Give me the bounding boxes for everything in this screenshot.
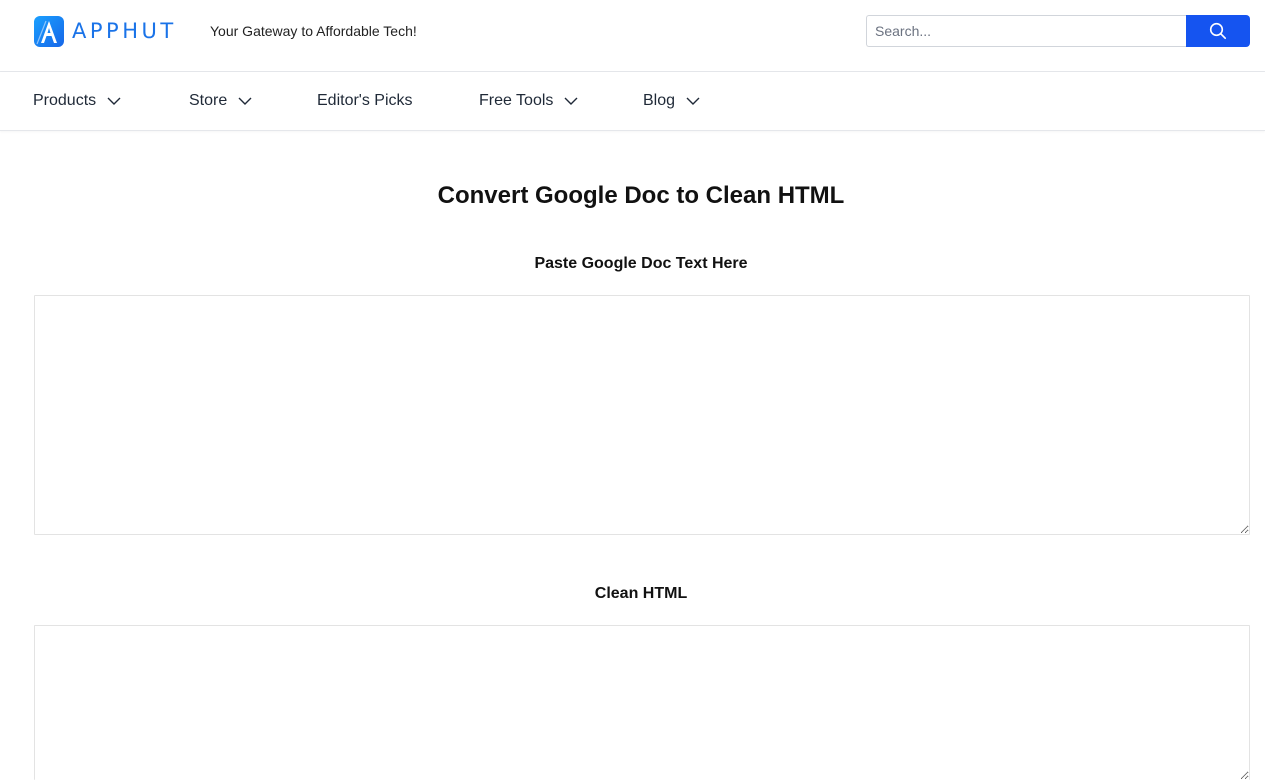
- main-nav: Products Store Editor's Picks Free Tools…: [0, 72, 1265, 131]
- chevron-down-icon: [238, 97, 252, 105]
- nav-item-blog[interactable]: Blog: [643, 72, 700, 130]
- nav-item-label: Store: [189, 92, 228, 109]
- page-title: Convert Google Doc to Clean HTML: [437, 182, 845, 209]
- nav-item-free-tools[interactable]: Free Tools: [479, 72, 578, 130]
- logo-icon: [34, 15, 64, 47]
- site-tagline: Your Gateway to Affordable Tech!: [210, 23, 417, 39]
- chevron-down-icon: [564, 97, 578, 105]
- nav-item-products[interactable]: Products: [33, 72, 121, 130]
- search-icon: [1209, 22, 1227, 40]
- search-form: [866, 15, 1250, 47]
- search-input[interactable]: [866, 15, 1187, 47]
- nav-item-editors-picks[interactable]: Editor's Picks: [317, 72, 413, 130]
- google-doc-input[interactable]: [34, 295, 1250, 535]
- chevron-down-icon: [107, 97, 121, 105]
- nav-item-label: Blog: [643, 92, 676, 109]
- nav-item-label: Editor's Picks: [317, 92, 413, 109]
- site-header: APPHUT Your Gateway to Affordable Tech!: [0, 0, 1265, 72]
- input-label: Paste Google Doc Text Here: [534, 255, 748, 272]
- search-button[interactable]: [1186, 15, 1250, 47]
- nav-item-store[interactable]: Store: [189, 72, 252, 130]
- output-label: Clean HTML: [594, 585, 688, 602]
- logo-text: APPHUT: [72, 19, 177, 43]
- chevron-down-icon: [686, 97, 700, 105]
- site-logo[interactable]: APPHUT: [34, 15, 177, 47]
- nav-item-label: Products: [33, 92, 97, 109]
- clean-html-output[interactable]: [34, 625, 1250, 780]
- nav-item-label: Free Tools: [479, 92, 554, 109]
